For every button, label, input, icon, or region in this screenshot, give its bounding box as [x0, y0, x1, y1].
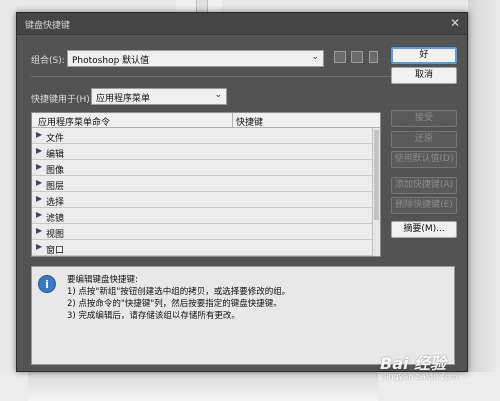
- summarize-button[interactable]: 摘要(M)...: [391, 221, 457, 238]
- shortcuts-for-value: 应用程序菜单: [96, 94, 151, 104]
- info-line: 要编辑键盘快捷键:: [67, 275, 138, 285]
- ok-button[interactable]: 好: [391, 47, 457, 64]
- chevron-down-icon: ⌄: [214, 90, 222, 100]
- row-label: 滤镜: [46, 214, 65, 224]
- chevron-down-icon: ⌄: [311, 52, 319, 62]
- column-divider: [232, 113, 233, 128]
- background-panel: [468, 0, 500, 401]
- shortcuts-for-dropdown[interactable]: 应用程序菜单 ⌄: [91, 88, 227, 105]
- accept-button[interactable]: 接受: [391, 110, 457, 127]
- delete-set-icon[interactable]: [369, 51, 378, 63]
- set-dropdown-value: Photoshop 默认值: [72, 56, 150, 66]
- info-icon: i: [38, 275, 56, 293]
- table-row[interactable]: ▶ 视图: [32, 224, 372, 240]
- delete-shortcut-button[interactable]: 删除快捷键(E): [391, 197, 457, 214]
- row-label: 窗口: [46, 246, 65, 256]
- expand-triangle-icon[interactable]: ▶: [36, 242, 42, 251]
- table-row[interactable]: ▶ 滤镜: [32, 208, 372, 224]
- row-label: 文件: [46, 134, 65, 144]
- table-row[interactable]: ▶ 编辑: [32, 144, 372, 160]
- expand-triangle-icon[interactable]: ▶: [36, 146, 42, 155]
- table-row[interactable]: ▶ 图层: [32, 176, 372, 192]
- scrollbar-thumb[interactable]: [374, 130, 379, 220]
- undo-button[interactable]: 还原: [391, 131, 457, 148]
- column-header-shortcut: 快捷键: [236, 118, 264, 128]
- expand-triangle-icon[interactable]: ▶: [36, 194, 42, 203]
- expand-triangle-icon[interactable]: ▶: [36, 210, 42, 219]
- background-photo: [28, 372, 378, 401]
- use-default-button[interactable]: 使用默认值(D): [391, 151, 457, 168]
- expand-triangle-icon[interactable]: ▶: [36, 130, 42, 139]
- expand-triangle-icon[interactable]: ▶: [36, 162, 42, 171]
- table-row[interactable]: ▶ 图像: [32, 160, 372, 176]
- row-label: 图像: [46, 166, 65, 176]
- info-line: 2) 点按命令的"快捷键"列，然后按要指定的键盘快捷键。: [67, 299, 282, 309]
- title-bar: 键盘快捷键 ✕: [17, 13, 467, 35]
- watermark-url: jingyan.baidu.com: [384, 372, 458, 381]
- expand-triangle-icon[interactable]: ▶: [36, 226, 42, 235]
- new-set-icon[interactable]: [351, 51, 363, 63]
- table-header: 应用程序菜单命令 快捷键: [32, 113, 380, 128]
- watermark-logo: Bai 经验: [380, 354, 447, 373]
- cancel-button[interactable]: 取消: [391, 67, 457, 84]
- info-line: 1) 点按"新组"按钮创建选中组的拷贝，或选择要修改的组。: [67, 287, 291, 297]
- set-dropdown[interactable]: Photoshop 默认值 ⌄: [67, 50, 324, 67]
- info-line: 3) 完成编辑后，请存储该组以存储所有更改。: [67, 311, 240, 321]
- add-shortcut-button[interactable]: 添加快捷键(A): [391, 177, 457, 194]
- expand-triangle-icon[interactable]: ▶: [36, 178, 42, 187]
- table-row[interactable]: ▶ 窗口: [32, 240, 372, 256]
- table-row[interactable]: ▶ 文件: [32, 128, 372, 144]
- command-rows: ▶ 文件 ▶ 编辑 ▶ 图像 ▶ 图层 ▶ 选择 ▶ 滤镜 ▶ 视图 ▶ 窗口: [32, 128, 372, 256]
- row-label: 图层: [46, 182, 65, 192]
- divider: [31, 76, 396, 77]
- row-label: 选择: [46, 198, 65, 208]
- column-header-command: 应用程序菜单命令: [38, 118, 111, 128]
- close-icon[interactable]: ✕: [450, 16, 460, 30]
- commands-table: 应用程序菜单命令 快捷键 ▶ 文件 ▶ 编辑 ▶ 图像 ▶ 图层 ▶ 选择 ▶ 滤镜 ▶ 视图…: [31, 112, 381, 257]
- keyboard-shortcuts-dialog: 键盘快捷键 ✕ 组合(S): Photoshop 默认值 ⌄ 快捷键用于(H):…: [16, 12, 468, 372]
- row-label: 视图: [46, 230, 65, 240]
- save-set-icon[interactable]: [334, 51, 346, 63]
- dialog-title: 键盘快捷键: [25, 21, 71, 31]
- shortcuts-for-label: 快捷键用于(H):: [31, 95, 93, 105]
- table-row[interactable]: ▶ 选择: [32, 192, 372, 208]
- table-scrollbar[interactable]: [372, 128, 380, 256]
- row-label: 编辑: [46, 150, 65, 160]
- set-label: 组合(S):: [31, 56, 65, 66]
